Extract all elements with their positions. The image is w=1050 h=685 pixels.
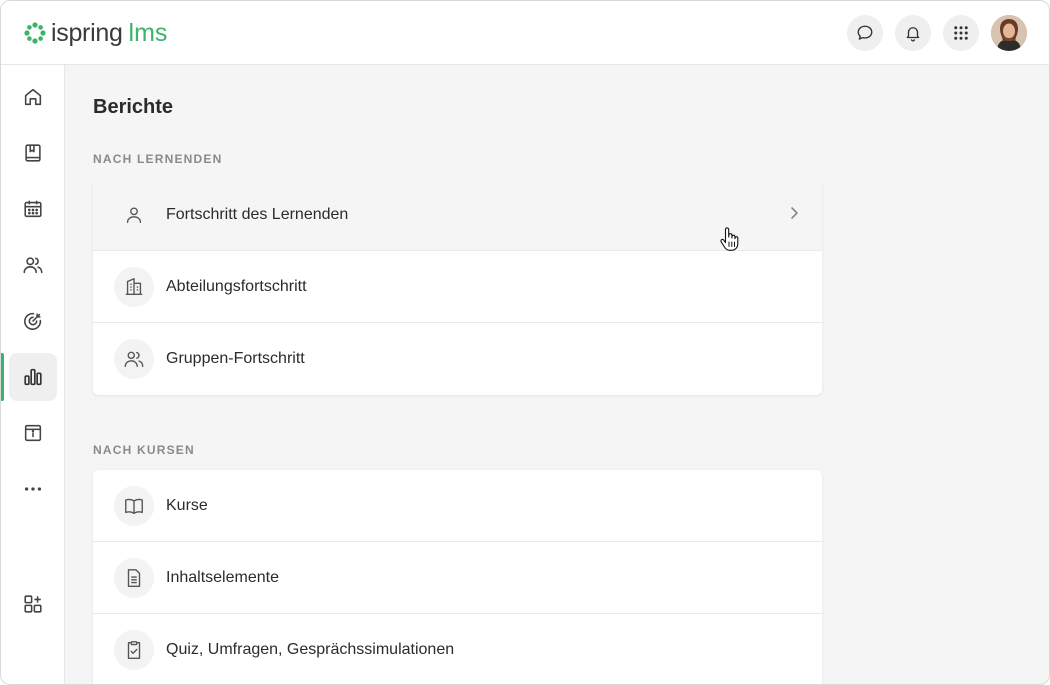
user-avatar[interactable]	[991, 15, 1027, 51]
brand-accent: lms	[128, 19, 168, 47]
reports-chart-icon	[24, 368, 42, 386]
row-label: Kurse	[166, 497, 208, 514]
open-book-icon	[125, 498, 143, 515]
courses-report-card: Kurse Inhaltselemente Quiz, Umfragen, Ge…	[93, 470, 822, 684]
report-row-department-progress[interactable]: Abteilungsfortschritt	[93, 251, 822, 323]
info-box-icon	[24, 424, 42, 442]
group-icon	[124, 351, 144, 368]
left-sidebar	[1, 65, 65, 684]
target-icon	[24, 312, 42, 330]
home-icon	[24, 88, 42, 106]
building-icon	[125, 278, 143, 296]
chevron-right-icon	[791, 207, 798, 219]
report-row-learner-progress[interactable]: Fortschritt des Lernenden	[93, 179, 822, 251]
calendar-icon	[24, 200, 42, 218]
row-label: Quiz, Umfragen, Gesprächssimulationen	[166, 641, 455, 658]
section-label-learners: NACH LERNENDEN	[93, 152, 223, 166]
page-title: Berichte	[93, 96, 174, 118]
hand-cursor-icon	[720, 227, 739, 251]
section-label-courses: NACH KURSEN	[93, 443, 195, 457]
sidebar-item-goals[interactable]	[9, 297, 57, 345]
users-icon	[23, 257, 43, 274]
chat-bubble-icon	[857, 25, 873, 40]
add-apps-icon	[24, 595, 42, 613]
more-dots-icon	[24, 487, 42, 491]
grid-icon	[954, 26, 968, 40]
checklist-icon	[127, 641, 141, 659]
avatar-portrait	[991, 15, 1027, 51]
ispring-flower-icon	[24, 22, 46, 44]
brand-name: ispring	[51, 19, 123, 47]
document-icon	[127, 569, 141, 587]
user-icon	[126, 207, 142, 224]
main-content: Berichte NACH LERNENDEN Fortschritt des …	[65, 65, 1049, 684]
row-icon-wrap	[114, 630, 154, 670]
sidebar-item-home[interactable]	[9, 73, 57, 121]
learners-report-card: Fortschritt des Lernenden Abteilungsfort…	[93, 179, 822, 395]
report-row-quizzes[interactable]: Quiz, Umfragen, Gesprächssimulationen	[93, 614, 822, 684]
book-icon	[25, 144, 41, 162]
row-icon-wrap	[114, 339, 154, 379]
row-icon-wrap	[114, 267, 154, 307]
active-indicator	[1, 353, 4, 401]
notifications-button[interactable]	[895, 15, 931, 51]
ispring-logo[interactable]: ispring lms	[23, 17, 167, 49]
sidebar-item-reports[interactable]	[9, 353, 57, 401]
row-icon-wrap	[114, 558, 154, 598]
report-row-courses[interactable]: Kurse	[93, 470, 822, 542]
row-label: Gruppen-Fortschritt	[166, 350, 305, 367]
app-window: ispring lms Berichte NACH LERNENDEN Fort…	[0, 0, 1050, 685]
bell-icon	[906, 27, 920, 42]
top-header: ispring lms	[1, 1, 1049, 65]
chat-button[interactable]	[847, 15, 883, 51]
row-label: Fortschritt des Lernenden	[166, 206, 349, 223]
sidebar-item-more[interactable]	[9, 465, 57, 513]
row-label: Inhaltselemente	[166, 569, 279, 586]
sidebar-item-info[interactable]	[9, 409, 57, 457]
sidebar-item-add-apps[interactable]	[9, 580, 57, 628]
report-row-content-items[interactable]: Inhaltselemente	[93, 542, 822, 614]
sidebar-item-learning[interactable]	[9, 129, 57, 177]
row-icon-wrap	[114, 195, 154, 235]
sidebar-item-calendar[interactable]	[9, 185, 57, 233]
report-row-group-progress[interactable]: Gruppen-Fortschritt	[93, 323, 822, 395]
apps-button[interactable]	[943, 15, 979, 51]
row-icon-wrap	[114, 486, 154, 526]
sidebar-item-users[interactable]	[9, 241, 57, 289]
row-label: Abteilungsfortschritt	[166, 278, 307, 295]
